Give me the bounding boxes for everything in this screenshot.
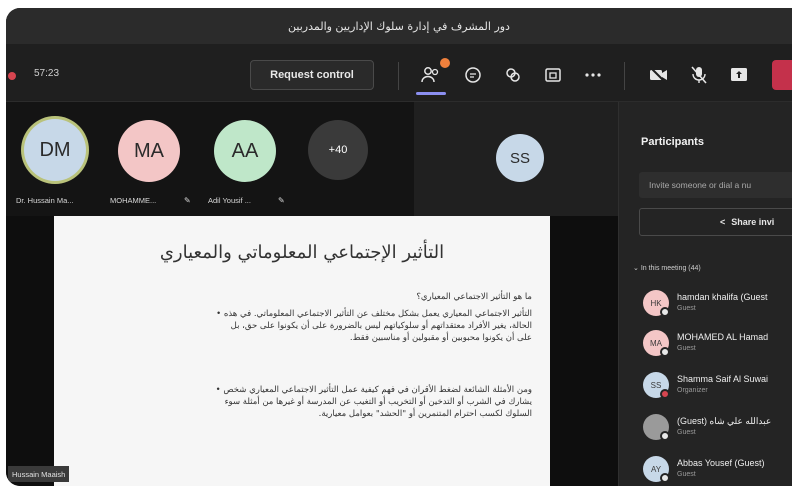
window-title: دور المشرف في إدارة سلوك الإداريين والمد… [6,8,792,44]
presenter-name-tag: Hussain Maaish [8,466,70,482]
bullet-line: الحالة، يغير الأفراد معتقداتهم أو سلوكيا… [230,321,532,331]
participant-tile[interactable]: AA Adil Yousif ... ✎ [206,102,306,212]
participant-name: Dr. Hussain Ma... [16,196,74,205]
in-meeting-header[interactable]: ⌄ In this meeting (44) [633,264,701,272]
invite-input[interactable]: Invite someone or dial a nu [639,172,792,198]
participant-tile[interactable]: DM Dr. Hussain Ma... [6,102,106,212]
more-icon[interactable] [580,62,606,88]
participant-name: MOHAMME... [110,196,157,205]
camera-off-icon[interactable] [646,62,672,88]
status-icon [660,431,670,441]
mic-off-icon[interactable] [686,62,712,88]
meeting-timer: 57:23 [34,68,60,79]
share-invite-button[interactable]: < Share invi [639,208,792,236]
avatar: AA [214,120,276,182]
status-icon [660,307,670,317]
participant-row[interactable]: (Guest) عبدالله علي شاه Guest [643,412,792,448]
avatar: MA [118,120,180,182]
screenshot-frame: دور المشرف في إدارة سلوك الإداريين والمد… [0,0,792,489]
participant-row[interactable]: MA MOHAMED AL Hamad Guest [643,328,792,364]
in-meeting-label: In this meeting (44) [640,265,701,272]
participant-role: Organizer [677,387,708,394]
share-icon[interactable] [726,62,752,88]
bullet-line: على أن يكونوا محبوبين أو مقبولين أو مناس… [349,333,532,343]
slide-title: التأثير الإجتماعي المعلوماتي والمعياري [159,242,445,263]
participant-row[interactable]: SS Shamma Saif Al Suwai Organizer [643,370,792,406]
meeting-controls: 57:23 Request control [6,44,792,102]
presentation-slide: التأثير الإجتماعي المعلوماتي والمعياري م… [54,216,550,486]
participant-tile[interactable]: MA MOHAMME... ✎ [106,102,206,212]
divider [624,62,625,90]
participant-role: Guest [677,305,696,312]
participant-name: Shamma Saif Al Suwai [677,374,769,384]
chevron-down-icon: ⌄ [633,265,641,272]
share-link-icon: < [720,217,726,227]
participant-name: (Guest) عبدالله علي شاه [677,416,772,426]
more-participants-tile[interactable]: +40 [306,102,406,212]
participant-name: hamdan khalifa (Guest [677,292,768,302]
bullet-line: السلوك لكسب احترام المتنمرين أو "الحشد" … [318,409,532,419]
more-count: +40 [308,120,368,180]
leave-icon[interactable] [772,60,792,90]
active-tab-indicator [416,92,446,95]
chat-icon[interactable] [460,62,486,88]
slide-bullet-2: ومن الأمثلة الشائعة لضغط الأقران في فهم … [216,384,532,420]
share-invite-label: Share invi [731,217,775,227]
request-control-button[interactable]: Request control [250,60,374,90]
participant-row[interactable]: AY Abbas Yousef (Guest) Guest [643,454,792,486]
avatar: SS [496,134,544,182]
notification-badge [440,58,450,68]
participant-name: MOHAMED AL Hamad [677,332,769,342]
status-icon [660,389,670,399]
status-icon [660,347,670,357]
recording-icon [8,72,16,80]
mic-off-icon: ✎ [184,196,191,205]
participant-role: Guest [677,429,696,436]
participant-name: Abbas Yousef (Guest) [677,458,765,468]
spotlight-tile[interactable]: SS [414,102,618,216]
participant-name: Adil Yousif ... [208,196,251,205]
participant-role: Guest [677,471,696,478]
participant-role: Guest [677,345,696,352]
slide-question: ما هو التأثير الاجتماعي المعياري؟ [416,292,532,302]
participants-panel: Participants Invite someone or dial a nu… [618,102,792,486]
status-icon [660,473,670,483]
shared-screen: التأثير الإجتماعي المعلوماتي والمعياري م… [6,216,618,486]
slide-bullet-1: التأثير الاجتماعي المعياري يعمل بشكل مخت… [216,308,532,344]
participant-row[interactable]: HK hamdan khalifa (Guest Guest [643,288,792,324]
bullet-line: ومن الأمثلة الشائعة لضغط الأقران في فهم … [215,385,532,395]
avatar: DM [24,119,86,181]
teams-meeting-window: دور المشرف في إدارة سلوك الإداريين والمد… [6,8,792,486]
bullet-line: التأثير الاجتماعي المعياري يعمل بشكل مخت… [216,309,532,319]
panel-title: Participants [641,136,704,148]
mic-off-icon: ✎ [278,196,285,205]
reactions-icon[interactable] [500,62,526,88]
view-icon[interactable] [540,62,566,88]
bullet-line: يشارك في الشرب أو التدخين أو التخريب أو … [224,397,532,407]
divider [398,62,399,90]
